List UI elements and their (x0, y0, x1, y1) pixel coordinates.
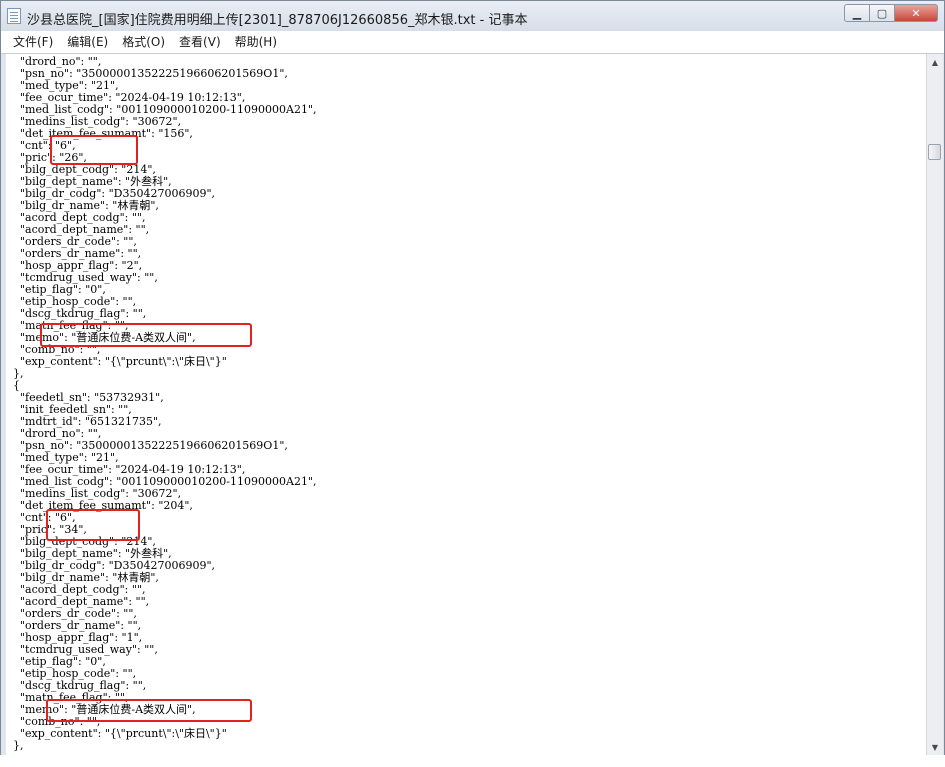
text-line: "dscg_tkdrug_flag": "", (6, 307, 147, 320)
text-line: "tcmdrug_used_way": "", (6, 643, 158, 656)
text-line: "orders_dr_code": "", (6, 607, 137, 620)
text-line: }, (6, 367, 24, 380)
maximize-button[interactable]: ▢ (869, 4, 895, 22)
vertical-scrollbar[interactable]: ▲ ▼ (926, 54, 943, 756)
menu-edit[interactable]: 编辑(E) (60, 31, 115, 53)
text-line: "exp_content": "{\"prcunt\":\"床日\"}" (6, 727, 227, 740)
text-editor[interactable]: "drord_no": "", "psn_no": "3500000135222… (6, 54, 927, 756)
menu-file[interactable]: 文件(F) (1, 31, 60, 53)
window-title: 沙县总医院_[国家]住院费用明细上传[2301]_878706J12660856… (27, 13, 528, 28)
highlight-memo-2 (46, 699, 252, 722)
text-line: "acord_dept_name": "", (6, 223, 150, 236)
highlight-cnt-pric-2 (46, 509, 140, 541)
notepad-icon (7, 8, 21, 24)
text-line: "dscg_tkdrug_flag": "", (6, 679, 147, 692)
menu-format[interactable]: 格式(O) (115, 31, 172, 53)
text-line: "acord_dept_name": "", (6, 595, 150, 608)
text-line: "feedetl_sn": "53732931", (6, 391, 164, 404)
text-line: }, (6, 739, 24, 752)
menu-view[interactable]: 查看(V) (172, 31, 228, 53)
text-line: "mdtrt_id": "651321735", (6, 415, 162, 428)
scroll-thumb[interactable] (928, 144, 941, 160)
highlight-cnt-pric-1 (50, 135, 138, 165)
text-content[interactable]: "drord_no": "", "psn_no": "3500000135222… (6, 56, 927, 756)
menu-bar: 文件(F) 编辑(E) 格式(O) 查看(V) 帮助(H) (1, 31, 944, 54)
text-line: "psn_no": "35000001352225196606201569O1"… (6, 439, 288, 452)
text-line: "etip_flag": "0", (6, 655, 106, 668)
text-line: "etip_flag": "0", (6, 283, 106, 296)
scroll-down-icon[interactable]: ▼ (927, 739, 943, 756)
text-line: "orders_dr_name": "", (6, 619, 142, 632)
notepad-window: 沙县总医院_[国家]住院费用明细上传[2301]_878706J12660856… (0, 0, 945, 767)
scroll-up-icon[interactable]: ▲ (927, 54, 943, 71)
text-line: "det_item_fee_sumamt": "156", (6, 127, 193, 140)
menu-help[interactable]: 帮助(H) (228, 31, 284, 53)
text-line: "tcmdrug_used_way": "", (6, 271, 158, 284)
text-line: "cnt": "6", (6, 511, 76, 524)
title-bar[interactable]: 沙县总医院_[国家]住院费用明细上传[2301]_878706J12660856… (1, 1, 944, 31)
text-line: "orders_dr_code": "", (6, 235, 137, 248)
window-controls: ▁ ▢ ✕ (844, 4, 938, 24)
highlight-memo-1 (40, 323, 252, 347)
minimize-button[interactable]: ▁ (844, 4, 870, 22)
text-line: "exp_content": "{\"prcunt\":\"床日\"}" (6, 355, 227, 368)
close-button[interactable]: ✕ (894, 4, 938, 22)
text-line: "det_item_fee_sumamt": "204", (6, 499, 193, 512)
text-line: "cnt": "6", (6, 139, 76, 152)
bottom-strip (0, 755, 945, 767)
text-line: "orders_dr_name": "", (6, 247, 142, 260)
text-line: "psn_no": "35000001352225196606201569O1"… (6, 67, 288, 80)
